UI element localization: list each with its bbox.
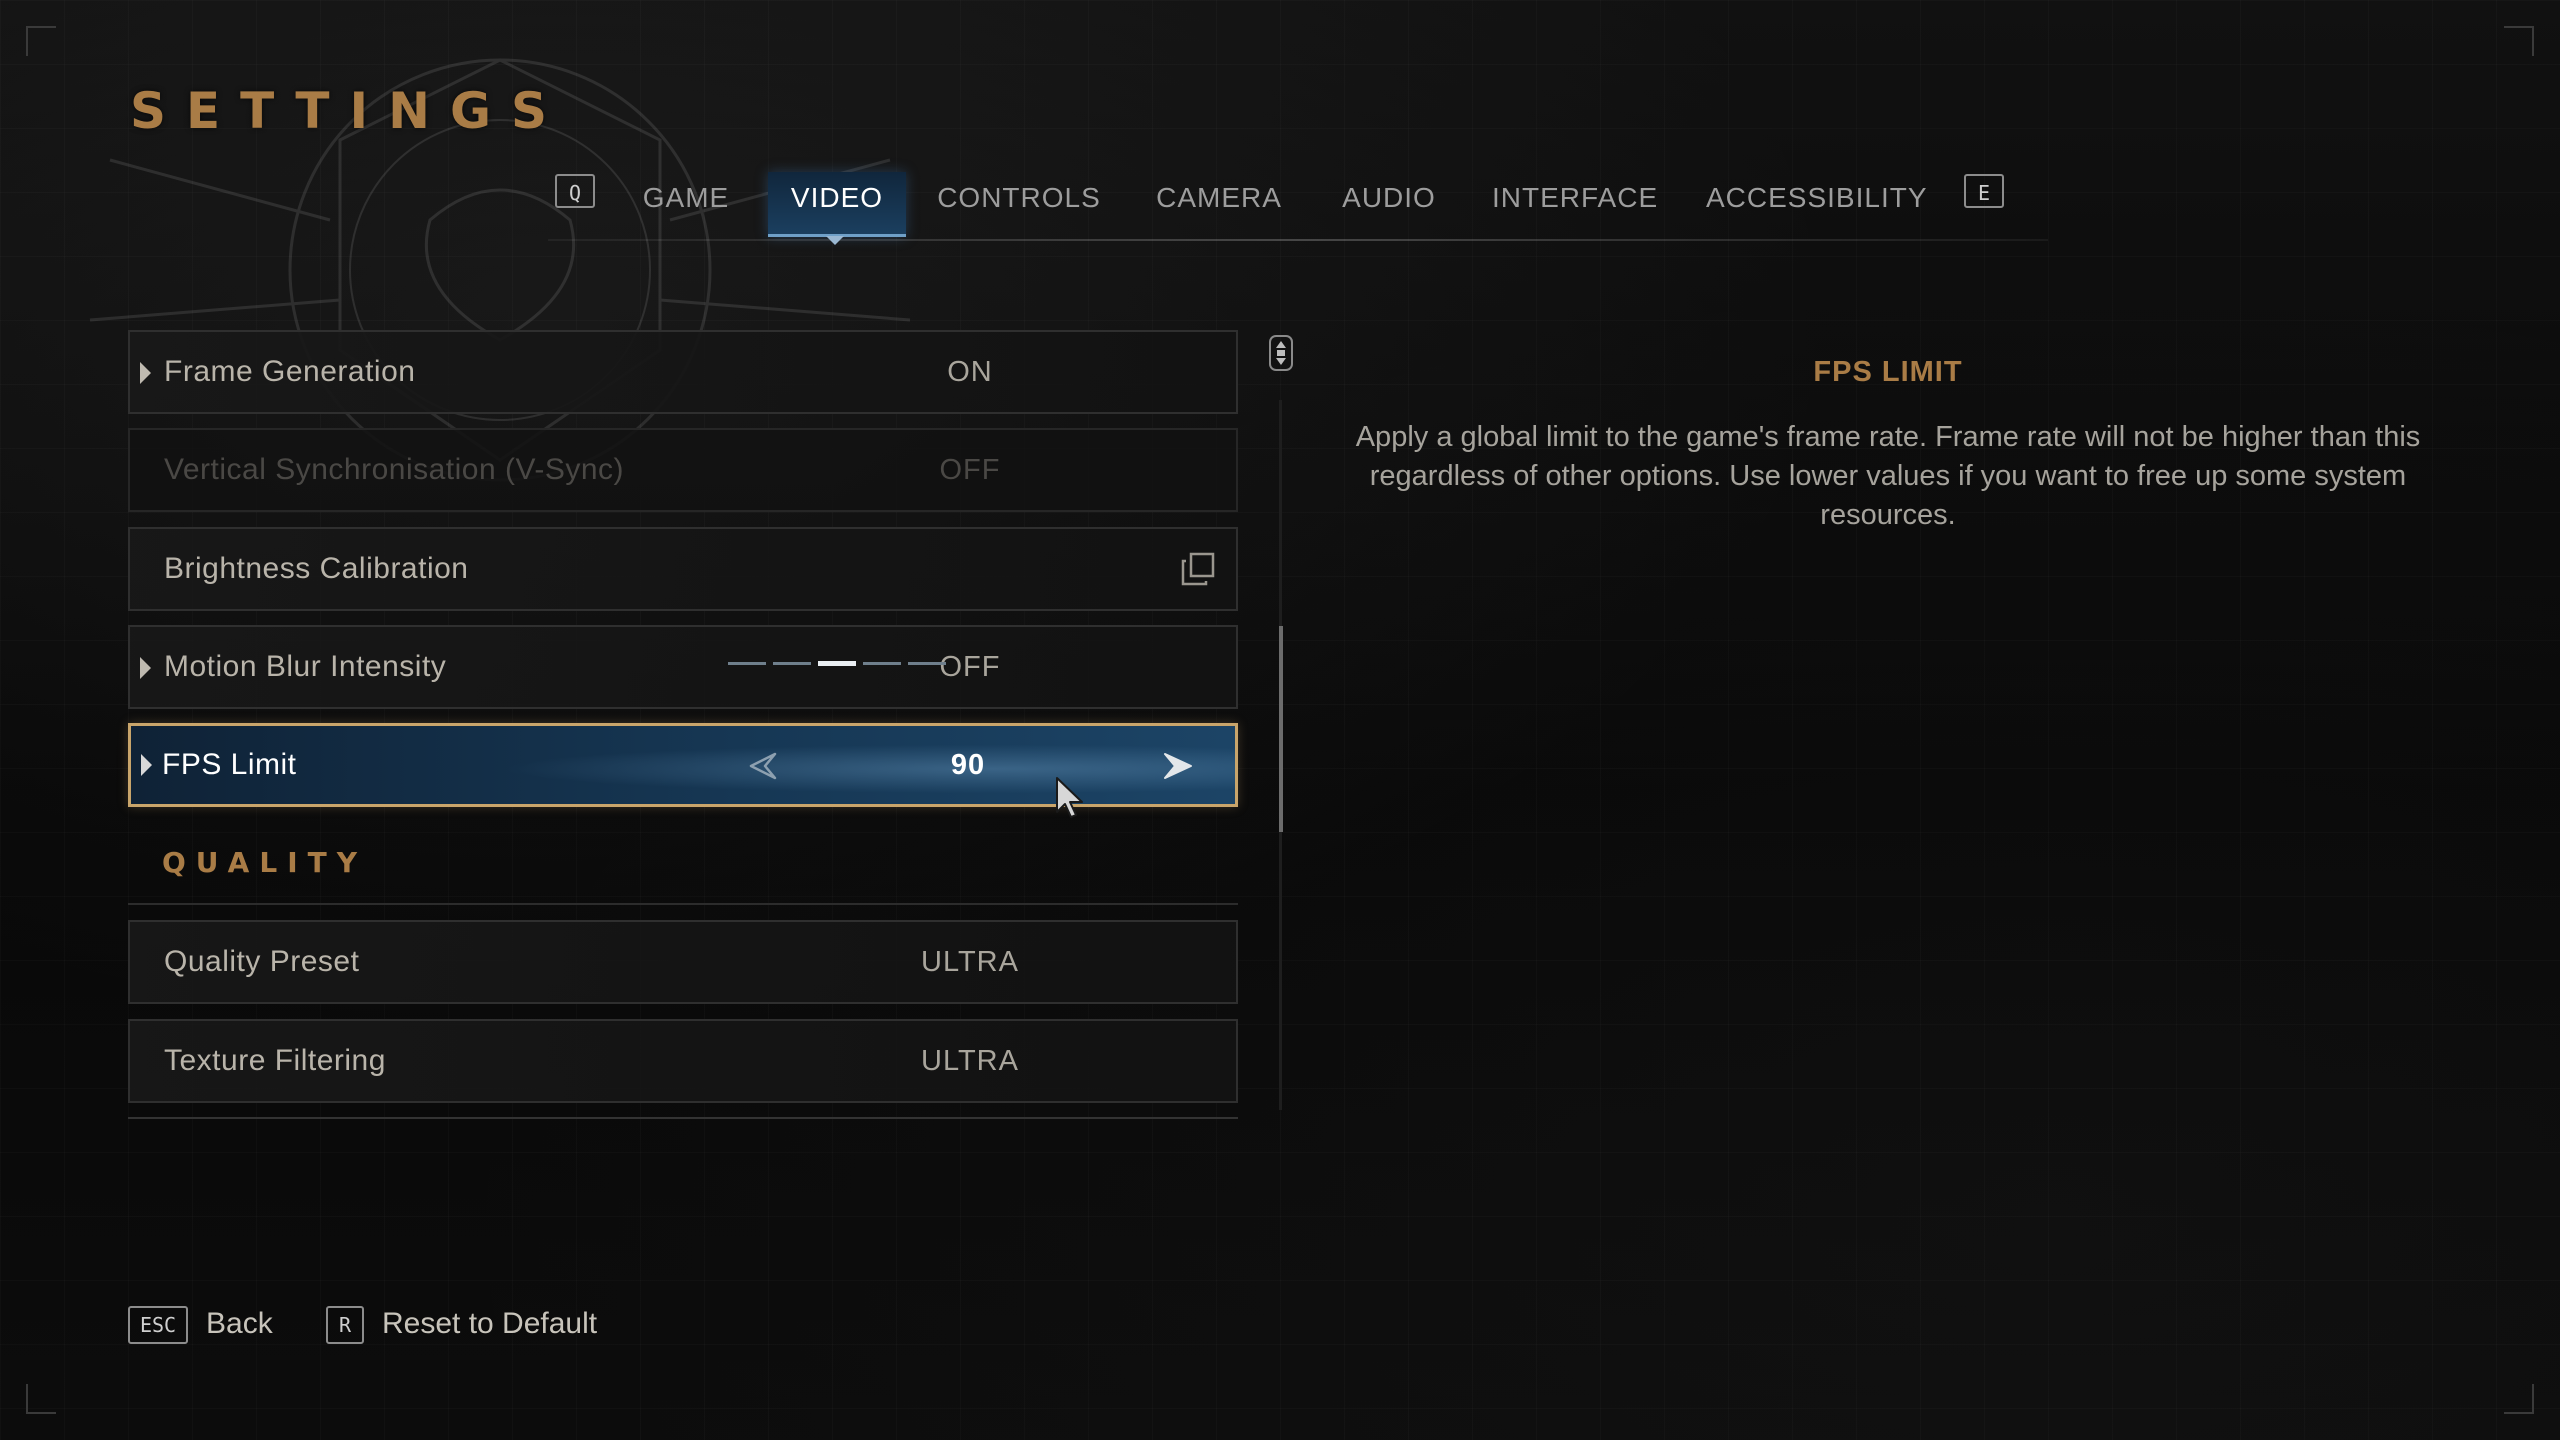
setting-value: OFF bbox=[939, 454, 1001, 486]
reset-key[interactable]: R bbox=[326, 1306, 364, 1344]
tab-accessibility[interactable]: ACCESSIBILITY bbox=[1706, 172, 1927, 234]
setting-row-quality-preset[interactable]: Quality Preset ULTRA bbox=[128, 920, 1238, 1004]
tab-camera[interactable]: CAMERA bbox=[1146, 172, 1292, 234]
setting-value: 90 bbox=[950, 749, 986, 781]
setting-label: Frame Generation bbox=[164, 355, 416, 388]
expand-caret-icon bbox=[141, 754, 152, 776]
setting-label: Vertical Synchronisation (V-Sync) bbox=[164, 453, 625, 486]
setting-value: ULTRA bbox=[921, 1045, 1019, 1077]
section-header-quality: QUALITY bbox=[162, 846, 367, 879]
frame-corner bbox=[2504, 26, 2534, 56]
setting-row-texture-filtering[interactable]: Texture Filtering ULTRA bbox=[128, 1019, 1238, 1103]
next-tab-key[interactable]: E bbox=[1964, 174, 2004, 208]
tab-underline bbox=[548, 239, 2048, 241]
setting-value: ULTRA bbox=[921, 946, 1019, 978]
scrollbar-thumb[interactable] bbox=[1279, 626, 1283, 832]
list-overflow-edge bbox=[128, 1117, 1238, 1123]
reset-to-default-button[interactable]: Reset to Default bbox=[382, 1304, 597, 1344]
fps-step bbox=[863, 662, 901, 665]
increase-arrow-icon[interactable] bbox=[1163, 752, 1193, 780]
expand-caret-icon bbox=[140, 657, 151, 679]
setting-label: Motion Blur Intensity bbox=[164, 650, 447, 683]
detail-description: Apply a global limit to the game's frame… bbox=[1355, 421, 2421, 531]
open-window-icon[interactable] bbox=[1180, 551, 1216, 587]
fps-step bbox=[773, 662, 811, 665]
mouse-cursor-icon bbox=[1056, 777, 1083, 818]
expand-caret-icon bbox=[140, 362, 151, 384]
tab-audio[interactable]: AUDIO bbox=[1330, 172, 1448, 234]
fps-step bbox=[728, 662, 766, 665]
frame-corner bbox=[2504, 1384, 2534, 1414]
tab-game[interactable]: GAME bbox=[626, 172, 746, 234]
frame-corner bbox=[26, 1384, 56, 1414]
setting-label: FPS Limit bbox=[162, 748, 297, 781]
fps-step bbox=[908, 662, 946, 665]
tab-interface[interactable]: INTERFACE bbox=[1492, 172, 1657, 234]
setting-value: OFF bbox=[939, 651, 1001, 683]
detail-title: FPS LIMIT bbox=[1813, 356, 1963, 388]
settings-screen: SETTINGS Q GAME VIDEO CONTROLS CAMERA AU… bbox=[0, 0, 2560, 1440]
active-tab-indicator bbox=[826, 236, 844, 245]
scroll-indicator-icon[interactable] bbox=[1266, 334, 1296, 372]
fps-step bbox=[818, 661, 856, 666]
prev-tab-key[interactable]: Q bbox=[555, 174, 595, 208]
setting-label: Brightness Calibration bbox=[164, 552, 469, 585]
back-button[interactable]: Back bbox=[206, 1304, 273, 1344]
setting-label: Quality Preset bbox=[164, 945, 360, 978]
page-title: SETTINGS bbox=[130, 82, 568, 140]
frame-corner bbox=[26, 26, 56, 56]
setting-row-frame-generation[interactable]: Frame Generation ON bbox=[128, 330, 1238, 414]
setting-row-brightness-calibration[interactable]: Brightness Calibration bbox=[128, 527, 1238, 611]
setting-row-motion-blur[interactable]: Motion Blur Intensity OFF bbox=[128, 625, 1238, 709]
decrease-arrow-icon[interactable] bbox=[747, 752, 777, 780]
setting-row-vsync: Vertical Synchronisation (V-Sync) OFF bbox=[128, 428, 1238, 512]
tab-controls[interactable]: CONTROLS bbox=[932, 172, 1106, 234]
tab-video[interactable]: VIDEO bbox=[768, 172, 906, 237]
section-divider bbox=[128, 903, 1238, 905]
back-key[interactable]: ESC bbox=[128, 1306, 188, 1344]
setting-label: Texture Filtering bbox=[164, 1044, 386, 1077]
setting-value: ON bbox=[947, 356, 993, 388]
